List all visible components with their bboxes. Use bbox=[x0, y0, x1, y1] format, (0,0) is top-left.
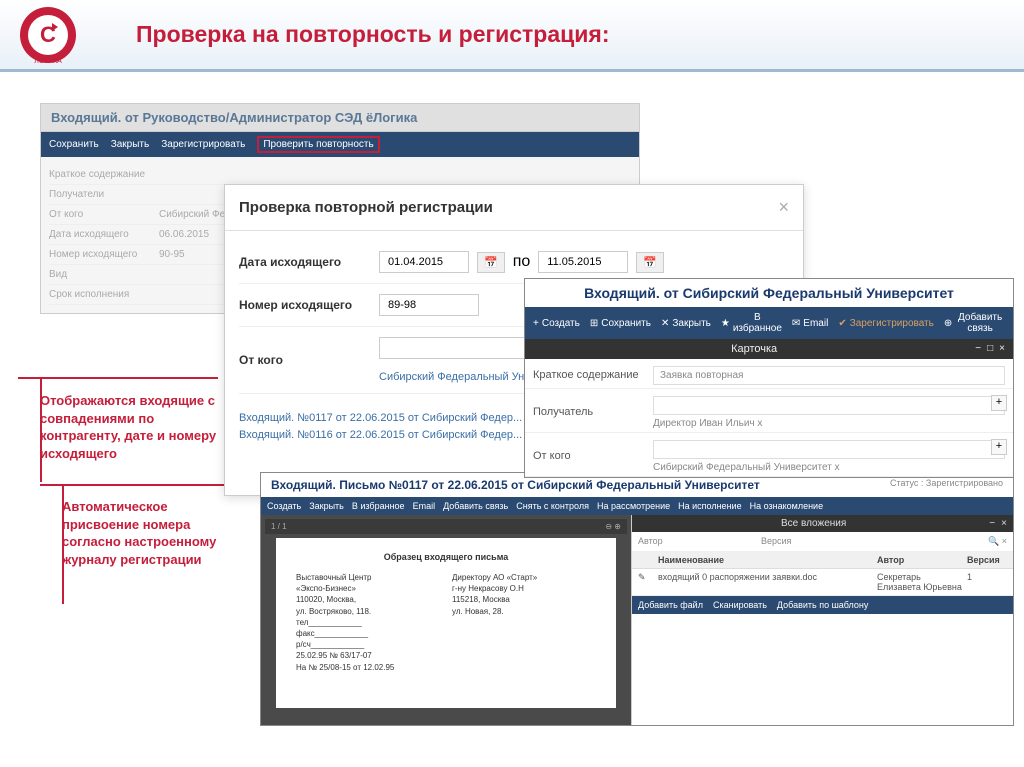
remove-control-button[interactable]: Снять с контроля bbox=[516, 501, 589, 511]
file-name: входящий 0 распоряжении заявки.doc bbox=[658, 572, 877, 592]
number-label: Номер исходящего bbox=[239, 298, 379, 312]
recipient-label: Получатель bbox=[533, 406, 653, 418]
minimize-icon[interactable]: − bbox=[989, 518, 995, 529]
summary-label: Краткое содержание bbox=[49, 169, 159, 180]
number-label: Номер исходящего bbox=[49, 249, 159, 260]
bg-toolbar: Сохранить Закрыть Зарегистрировать Прове… bbox=[41, 132, 639, 157]
add-sender-button[interactable]: + bbox=[991, 439, 1007, 455]
date-to-input[interactable] bbox=[538, 251, 628, 273]
edit-icon[interactable]: ✎ bbox=[638, 572, 658, 592]
table-row[interactable]: ✎ входящий 0 распоряжении заявки.doc Сек… bbox=[632, 569, 1013, 596]
page-header: С ЛОГИКА Проверка на повторность и регис… bbox=[0, 0, 1024, 72]
add-recipient-button[interactable]: + bbox=[991, 395, 1007, 411]
deadline-label: Срок исполнения bbox=[49, 289, 159, 300]
close-icon: ✕ bbox=[661, 318, 669, 329]
date-from-input[interactable] bbox=[379, 251, 469, 273]
card-window: Входящий. от Сибирский Федеральный Униве… bbox=[524, 278, 1014, 478]
card-title: Входящий. от Сибирский Федеральный Униве… bbox=[525, 279, 1013, 307]
register-button[interactable]: ✔Зарегистрировать bbox=[838, 318, 934, 329]
result-link[interactable]: Входящий. №0116 от 22.06.2015 от Сибирск… bbox=[239, 429, 522, 441]
col-name: Наименование bbox=[658, 555, 877, 565]
recipient-tag: Директор Иван Ильич х bbox=[653, 415, 1005, 429]
page-title: Проверка на повторность и регистрация: bbox=[136, 21, 609, 48]
attachments-header: Все вложения bbox=[781, 518, 846, 529]
filter-version[interactable]: Версия bbox=[761, 536, 884, 547]
link-icon: ⊕ bbox=[944, 318, 952, 329]
from-tag: Сибирский Федеральный Университет х bbox=[653, 459, 1005, 473]
star-icon: ★ bbox=[721, 318, 730, 329]
save-button[interactable]: ⊞Сохранить bbox=[590, 318, 651, 329]
register-button[interactable]: Зарегистрировать bbox=[161, 136, 245, 153]
recipients-label: Получатели bbox=[49, 189, 159, 200]
close-icon[interactable]: × bbox=[778, 197, 789, 218]
file-version: 1 bbox=[967, 572, 1007, 592]
from-input[interactable] bbox=[653, 440, 1005, 459]
minimize-icon[interactable]: − bbox=[975, 343, 981, 355]
summary-input[interactable] bbox=[653, 366, 1005, 385]
from-value: Сибирский Федеральный Унив... bbox=[379, 367, 545, 383]
card-toolbar: +Создать ⊞Сохранить ✕Закрыть ★В избранно… bbox=[525, 307, 1013, 339]
date-from-label: Дата исходящего bbox=[239, 255, 379, 269]
save-icon: ⊞ bbox=[590, 318, 598, 329]
email-button[interactable]: Email bbox=[413, 501, 436, 511]
close-icon[interactable]: × bbox=[1001, 518, 1007, 529]
from-label: От кого bbox=[533, 450, 653, 462]
close-button[interactable]: Закрыть bbox=[309, 501, 344, 511]
create-button[interactable]: +Создать bbox=[533, 318, 580, 329]
mail-icon: ✉ bbox=[792, 318, 800, 329]
col-author: Автор bbox=[877, 555, 967, 565]
doc-heading: Образец входящего письма bbox=[296, 552, 596, 562]
number-input[interactable] bbox=[379, 294, 479, 316]
close-icon[interactable]: × bbox=[999, 343, 1005, 355]
to-execute-button[interactable]: На исполнение bbox=[678, 501, 741, 511]
from-label: От кого bbox=[239, 353, 379, 367]
date-to-label: по bbox=[513, 253, 531, 271]
result-link[interactable]: Входящий. №0117 от 22.06.2015 от Сибирск… bbox=[239, 412, 522, 424]
create-button[interactable]: Создать bbox=[267, 501, 301, 511]
add-link-button[interactable]: Добавить связь bbox=[443, 501, 508, 511]
dialog-title: Проверка повторной регистрации bbox=[239, 199, 493, 216]
check-duplicate-button[interactable]: Проверить повторность bbox=[257, 136, 379, 153]
add-link-button[interactable]: ⊕Добавить связь bbox=[944, 312, 1005, 334]
preview-title: Входящий. Письмо №0117 от 22.06.2015 от … bbox=[271, 478, 760, 492]
logo: С ЛОГИКА bbox=[20, 7, 76, 63]
status-label: Статус : Зарегистрировано bbox=[890, 478, 1003, 492]
col-version: Версия bbox=[967, 555, 1007, 565]
calendar-icon[interactable]: 📅 bbox=[636, 252, 664, 273]
calendar-icon[interactable]: 📅 bbox=[477, 252, 505, 273]
card-section-title: Карточка bbox=[731, 343, 777, 355]
to-review-button[interactable]: На рассмотрение bbox=[597, 501, 670, 511]
file-author: Секретарь Елизавета Юрьевна bbox=[877, 572, 967, 592]
preview-window: Входящий. Письмо №0117 от 22.06.2015 от … bbox=[260, 472, 1014, 726]
expand-icon[interactable]: □ bbox=[987, 343, 993, 355]
email-button[interactable]: ✉Email bbox=[792, 318, 828, 329]
to-acquaint-button[interactable]: На ознакомление bbox=[750, 501, 824, 511]
close-button[interactable]: Закрыть bbox=[111, 136, 150, 153]
doc-right-col: Директору АО «Старт» г-ну Некрасову О.Н … bbox=[452, 572, 596, 673]
scan-button[interactable]: Сканировать bbox=[713, 600, 767, 610]
date-label: Дата исходящего bbox=[49, 229, 159, 240]
summary-label: Краткое содержание bbox=[533, 369, 653, 381]
save-button[interactable]: Сохранить bbox=[49, 136, 99, 153]
divider bbox=[18, 377, 218, 379]
plus-icon: + bbox=[533, 318, 539, 329]
favorite-button[interactable]: ★В избранное bbox=[721, 312, 782, 334]
from-label: От кого bbox=[49, 209, 159, 220]
close-button[interactable]: ✕Закрыть bbox=[661, 318, 711, 329]
document-preview: 1 / 1⊖ ⊕ Образец входящего письма Выстав… bbox=[261, 515, 631, 725]
annotation-2: Автоматическое присвоение номера согласн… bbox=[62, 498, 232, 568]
favorite-button[interactable]: В избранное bbox=[352, 501, 405, 511]
doc-left-col: Выставочный Центр «Экспо-Бизнес» 110020,… bbox=[296, 572, 440, 673]
search-icon[interactable]: 🔍 bbox=[988, 536, 999, 546]
bg-window-title: Входящий. от Руководство/Администратор С… bbox=[41, 104, 639, 132]
annotation-1: Отображаются входящие с совпадениями по … bbox=[40, 392, 220, 462]
add-file-button[interactable]: Добавить файл bbox=[638, 600, 703, 610]
recipient-input[interactable] bbox=[653, 396, 1005, 415]
type-label: Вид bbox=[49, 269, 159, 280]
attachments-panel: Все вложения −× Автор Версия 🔍 × Наимено… bbox=[631, 515, 1013, 725]
check-icon: ✔ bbox=[838, 318, 846, 329]
filter-author[interactable]: Автор bbox=[638, 536, 761, 547]
preview-toolbar: Создать Закрыть В избранное Email Добави… bbox=[261, 497, 1013, 515]
add-template-button[interactable]: Добавить по шаблону bbox=[777, 600, 868, 610]
